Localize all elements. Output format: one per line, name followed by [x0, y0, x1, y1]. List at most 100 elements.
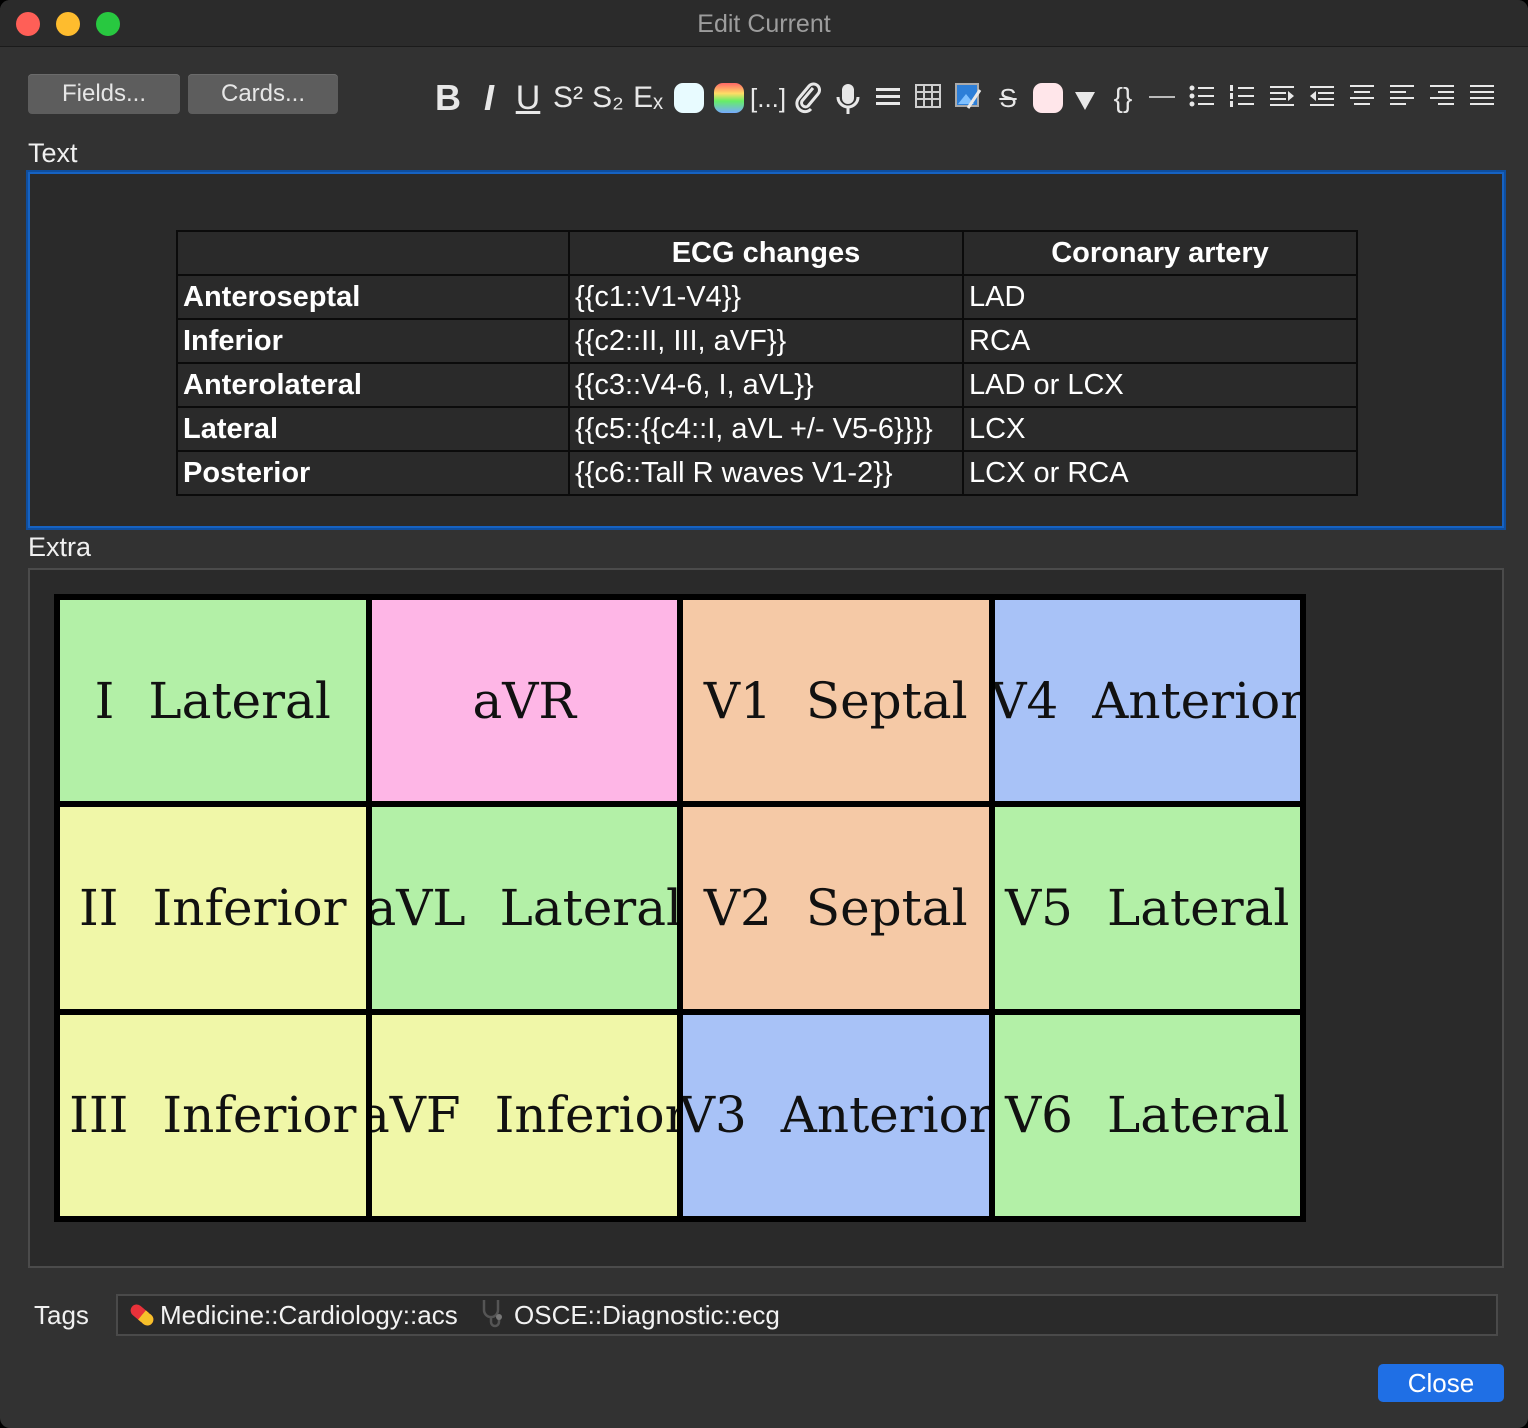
text-field-label: Text	[28, 138, 78, 168]
text-color-icon[interactable]	[672, 76, 706, 120]
ecg-changes-cell: {{c3::V4-6, I, aVL}}	[568, 362, 964, 408]
align-center-icon[interactable]	[1346, 76, 1378, 120]
more-icon[interactable]	[872, 76, 904, 120]
highlight-color-icon[interactable]	[712, 76, 746, 120]
lead-region: Lateral	[499, 878, 677, 937]
ecg-changes-cell: {{c6::Tall R waves V1-2}}	[568, 450, 964, 496]
dropdown-arrow-icon[interactable]	[1070, 76, 1100, 120]
extra-field-editor[interactable]: I Lateral aVR V1 Septal V4 Anterior II Infer…	[28, 568, 1504, 1268]
table-row: Anterolateral {{c3::V4-6, I, aVL}} LAD o…	[176, 362, 1358, 408]
underline-icon[interactable]: U	[512, 76, 544, 120]
lead-name: V3	[683, 1086, 747, 1145]
bold-icon[interactable]: B	[430, 76, 466, 120]
table-row: Inferior {{c2::II, III, aVF}} RCA	[176, 318, 1358, 364]
lead-cell: V2 Septal	[683, 807, 989, 1009]
lead-name: V6	[1005, 1086, 1073, 1145]
pill-icon	[126, 1300, 158, 1335]
ecg-table: ECG changes Coronary artery Anteroseptal…	[176, 230, 1358, 496]
lead-name: V1	[703, 671, 772, 730]
lead-region: Septal	[805, 671, 968, 730]
table-row: Posterior {{c6::Tall R waves V1-2}} LCX …	[176, 450, 1358, 496]
subscript-icon[interactable]: S₂	[590, 76, 626, 120]
lead-cell: II Inferior	[60, 807, 366, 1009]
lead-name: aVF	[371, 1086, 461, 1145]
lead-name: V4	[994, 671, 1059, 730]
lead-cell: aVL Lateral	[371, 807, 677, 1009]
territory-cell: Lateral	[176, 406, 570, 452]
territory-cell: Posterior	[176, 450, 570, 496]
close-button[interactable]: Close	[1378, 1364, 1504, 1402]
table-header-cell	[176, 230, 570, 276]
extra-field-label: Extra	[28, 532, 92, 562]
table-header-row: ECG changes Coronary artery	[176, 230, 1358, 276]
lead-name: III	[69, 1086, 129, 1145]
lead-cell: aVR	[371, 600, 677, 802]
table-icon[interactable]	[912, 76, 944, 120]
horizontal-rule-icon[interactable]	[1146, 76, 1178, 120]
artery-cell: LCX or RCA	[962, 450, 1358, 496]
lead-region: Lateral	[148, 671, 331, 730]
tags-input[interactable]: Medicine::Cardiology::acs OSCE::Diagnost…	[116, 1294, 1498, 1336]
lead-region: Inferior	[494, 1086, 677, 1145]
cards-button[interactable]: Cards...	[188, 74, 338, 114]
ecg-changes-cell: {{c2::II, III, aVF}}	[568, 318, 964, 364]
lead-cell: aVF Inferior	[371, 1014, 677, 1216]
ecg-lead-grid: I Lateral aVR V1 Septal V4 Anterior II Infer…	[54, 594, 1306, 1222]
bullet-list-icon[interactable]	[1186, 76, 1218, 120]
formatting-toolbar: B I U S² S₂ Eₓ [...] S {}	[430, 76, 1510, 120]
window-title: Edit Current	[697, 10, 831, 38]
artery-cell: RCA	[962, 318, 1358, 364]
lead-name: V5	[1005, 878, 1073, 937]
justify-icon[interactable]	[1466, 76, 1498, 120]
clear-format-icon[interactable]: Eₓ	[630, 76, 666, 120]
strikethrough-icon[interactable]: S	[992, 76, 1024, 120]
stethoscope-icon	[478, 1298, 508, 1335]
lead-name: aVL	[371, 878, 466, 937]
lead-cell: V6 Lateral	[994, 1014, 1300, 1216]
title-bar: Edit Current	[0, 0, 1528, 47]
lead-cell: V4 Anterior	[994, 600, 1300, 802]
cloze-icon[interactable]: [...]	[750, 76, 786, 120]
record-audio-icon[interactable]	[832, 76, 864, 120]
lead-cell: V3 Anterior	[683, 1014, 989, 1216]
text-field-editor[interactable]: ECG changes Coronary artery Anteroseptal…	[28, 172, 1504, 528]
color-swatch-icon[interactable]	[1030, 76, 1066, 120]
table-header-cell: ECG changes	[568, 230, 964, 276]
align-right-icon[interactable]	[1426, 76, 1458, 120]
table-header-cell: Coronary artery	[962, 230, 1358, 276]
lead-name: aVR	[472, 671, 577, 730]
ecg-changes-cell: {{c1::V1-V4}}	[568, 274, 964, 320]
table-row: Anteroseptal {{c1::V1-V4}} LAD	[176, 274, 1358, 320]
indent-icon[interactable]	[1266, 76, 1298, 120]
lead-cell: III Inferior	[60, 1014, 366, 1216]
superscript-icon[interactable]: S²	[550, 76, 586, 120]
numbered-list-icon[interactable]	[1226, 76, 1258, 120]
align-left-icon[interactable]	[1386, 76, 1418, 120]
territory-cell: Anteroseptal	[176, 274, 570, 320]
lead-name: II	[79, 878, 119, 937]
artery-cell: LCX	[962, 406, 1358, 452]
outdent-icon[interactable]	[1306, 76, 1338, 120]
territory-cell: Inferior	[176, 318, 570, 364]
image-icon[interactable]	[952, 76, 984, 120]
lead-cell: V1 Septal	[683, 600, 989, 802]
artery-cell: LAD or LCX	[962, 362, 1358, 408]
lead-region: Anterior	[1092, 671, 1300, 730]
tag-item[interactable]: OSCE::Diagnostic::ecg	[514, 1300, 780, 1331]
lead-cell: V5 Lateral	[994, 807, 1300, 1009]
lead-name: V2	[703, 878, 772, 937]
lead-region: Lateral	[1107, 1086, 1290, 1145]
lead-region: Anterior	[780, 1086, 989, 1145]
lead-region: Inferior	[162, 1086, 357, 1145]
attach-icon[interactable]	[792, 76, 824, 120]
fields-button[interactable]: Fields...	[28, 74, 180, 114]
lead-name: I	[94, 671, 115, 730]
edit-current-window: Edit Current Fields... Cards... B I U S²…	[0, 0, 1528, 1428]
lead-region: Septal	[805, 878, 968, 937]
italic-icon[interactable]: I	[474, 76, 504, 120]
tag-item[interactable]: Medicine::Cardiology::acs	[160, 1300, 458, 1331]
lead-cell: I Lateral	[60, 600, 366, 802]
code-icon[interactable]: {}	[1106, 76, 1140, 120]
ecg-changes-cell: {{c5::{{c4::I, aVL +/- V5-6}}}}	[568, 406, 964, 452]
lead-region: Lateral	[1107, 878, 1290, 937]
